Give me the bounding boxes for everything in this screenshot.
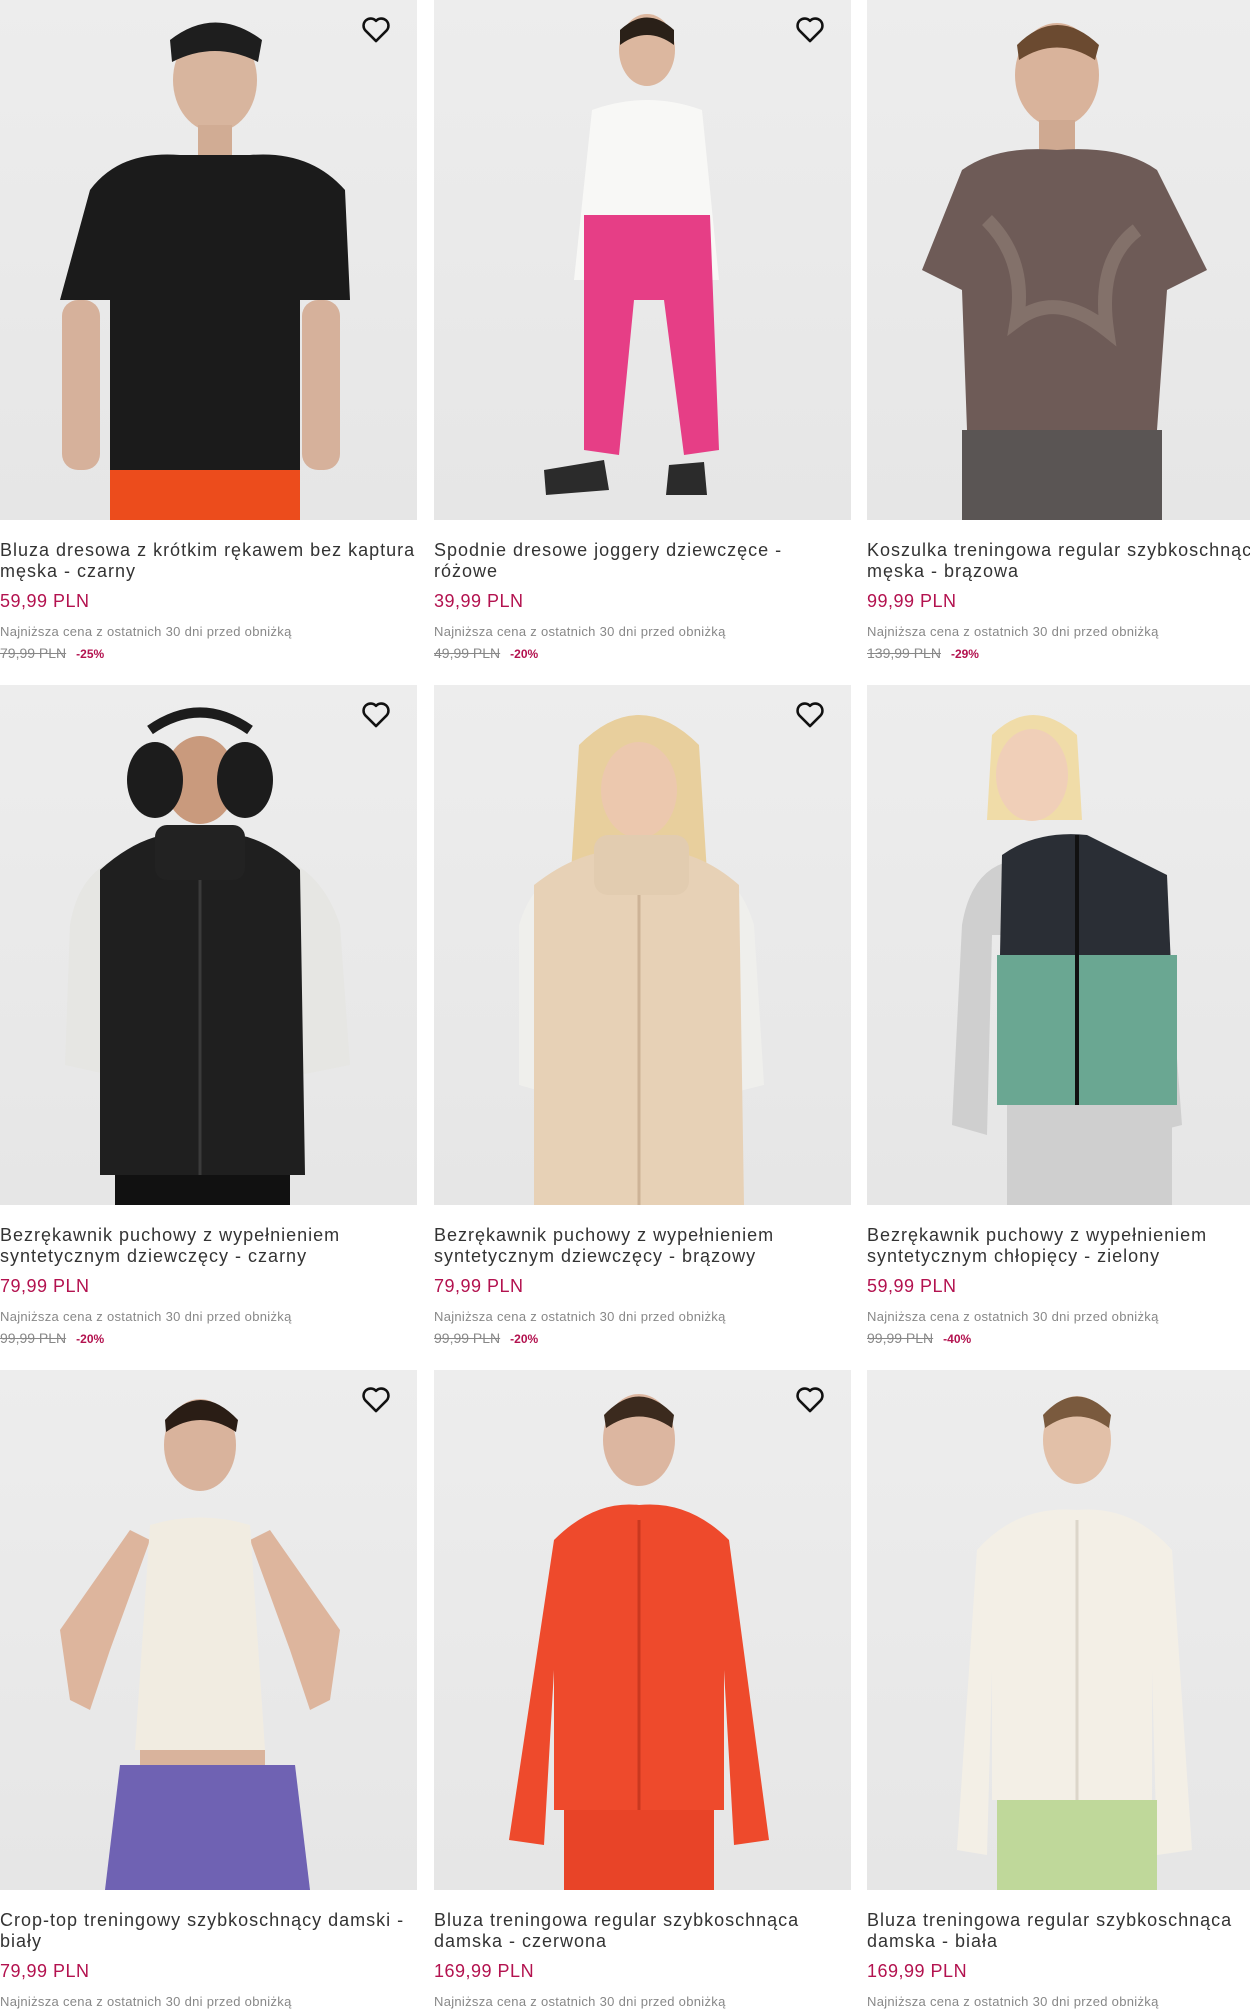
product-image[interactable]: [0, 1370, 417, 1890]
discount-badge: -20%: [510, 1332, 539, 1346]
product-card[interactable]: Bezrękawnik puchowy z wypełnieniem syntet…: [867, 685, 1250, 1370]
old-price: 99,99 PLN: [434, 1330, 501, 1346]
favorite-heart-icon[interactable]: [793, 12, 827, 46]
product-image[interactable]: [434, 1370, 851, 1890]
product-photo: [60, 1399, 340, 1890]
old-price-row: 139,99 PLN -29%: [867, 645, 1250, 661]
product-card[interactable]: Bezrękawnik puchowy z wypełnieniem syntet…: [434, 685, 851, 1370]
product-photo: [519, 715, 764, 1205]
product-name[interactable]: Bluza treningowa regular szybkoschnąca da…: [867, 1910, 1250, 1952]
old-price-row: 49,99 PLN -20%: [434, 645, 851, 661]
product-photo: [952, 715, 1182, 1205]
lowest-price-note: Najniższa cena z ostatnich 30 dni przed …: [434, 1994, 726, 2009]
old-price-row: 99,99 PLN -20%: [0, 1330, 417, 1346]
old-price: 49,99 PLN: [434, 645, 501, 661]
product-card[interactable]: Bluza treningowa regular szybkoschnąca da…: [867, 1370, 1250, 2014]
product-card[interactable]: Bluza treningowa regular szybkoschnąca da…: [434, 1370, 851, 2014]
old-price: 139,99 PLN: [867, 645, 941, 661]
product-grid: Bluza dresowa z krótkim rękawem bez kapt…: [0, 0, 1250, 2014]
discount-badge: -20%: [510, 647, 539, 661]
product-card[interactable]: Spodnie dresowe joggery dziewczęce - różo…: [434, 0, 851, 685]
product-image[interactable]: [0, 685, 417, 1205]
product-price: 79,99 PLN: [434, 1276, 524, 1296]
lowest-price-note: Najniższa cena z ostatnich 30 dni przed …: [434, 624, 726, 639]
product-photo: [922, 23, 1207, 520]
product-name[interactable]: Bezrękawnik puchowy z wypełnieniem syntet…: [867, 1225, 1250, 1267]
old-price: 99,99 PLN: [867, 1330, 934, 1346]
discount-badge: -25%: [76, 647, 105, 661]
product-image[interactable]: [434, 685, 851, 1205]
lowest-price-note: Najniższa cena z ostatnich 30 dni przed …: [0, 1309, 292, 1324]
product-price: 169,99 PLN: [434, 1961, 535, 1981]
product-image[interactable]: [867, 685, 1250, 1205]
product-card[interactable]: Bluza dresowa z krótkim rękawem bez kapt…: [0, 0, 417, 685]
product-photo: [957, 1396, 1192, 1890]
product-price: 79,99 PLN: [0, 1961, 90, 1981]
product-price: 79,99 PLN: [0, 1276, 90, 1296]
discount-badge: -29%: [950, 647, 979, 661]
product-price: 169,99 PLN: [867, 1961, 968, 1981]
favorite-heart-icon[interactable]: [359, 1382, 393, 1416]
old-price: 79,99 PLN: [0, 645, 67, 661]
favorite-heart-icon[interactable]: [793, 697, 827, 731]
product-price: 59,99 PLN: [867, 1276, 957, 1296]
old-price-row: 99,99 PLN -20%: [434, 1330, 851, 1346]
discount-badge: -40%: [943, 1332, 972, 1346]
old-price-row: 99,99 PLN -40%: [867, 1330, 1250, 1346]
lowest-price-note: Najniższa cena z ostatnich 30 dni przed …: [0, 624, 292, 639]
product-price: 99,99 PLN: [867, 591, 957, 611]
lowest-price-note: Najniższa cena z ostatnich 30 dni przed …: [867, 624, 1159, 639]
old-price: 99,99 PLN: [0, 1330, 67, 1346]
product-image[interactable]: [867, 1370, 1250, 1890]
product-card[interactable]: Crop-top treningowy szybkoschnący damski…: [0, 1370, 417, 2014]
product-card[interactable]: Koszulka treningowa regular szybkoschnąc…: [867, 0, 1250, 685]
product-name[interactable]: Bezrękawnik puchowy z wypełnieniem syntet…: [0, 1225, 417, 1267]
product-price: 59,99 PLN: [0, 591, 90, 611]
product-photo: [544, 14, 719, 495]
discount-badge: -20%: [76, 1332, 105, 1346]
product-image[interactable]: [434, 0, 851, 520]
product-price: 39,99 PLN: [434, 591, 524, 611]
favorite-heart-icon[interactable]: [793, 1382, 827, 1416]
product-name[interactable]: Crop-top treningowy szybkoschnący damski…: [0, 1910, 417, 1952]
lowest-price-note: Najniższa cena z ostatnich 30 dni przed …: [867, 1994, 1159, 2009]
old-price-row: 79,99 PLN -25%: [0, 645, 417, 661]
favorite-heart-icon[interactable]: [359, 12, 393, 46]
favorite-heart-icon[interactable]: [359, 697, 393, 731]
lowest-price-note: Najniższa cena z ostatnich 30 dni przed …: [867, 1309, 1159, 1324]
product-photo: [65, 707, 350, 1205]
product-name[interactable]: Koszulka treningowa regular szybkoschnąc…: [867, 540, 1250, 582]
product-photo: [60, 22, 350, 520]
product-image[interactable]: [867, 0, 1250, 520]
product-card[interactable]: Bezrękawnik puchowy z wypełnieniem syntet…: [0, 685, 417, 1370]
product-photo: [509, 1394, 769, 1890]
product-name[interactable]: Bluza treningowa regular szybkoschnąca da…: [434, 1910, 851, 1952]
product-name[interactable]: Spodnie dresowe joggery dziewczęce - różo…: [434, 540, 851, 582]
lowest-price-note: Najniższa cena z ostatnich 30 dni przed …: [0, 1994, 292, 2009]
product-name[interactable]: Bluza dresowa z krótkim rękawem bez kapt…: [0, 540, 417, 582]
product-name[interactable]: Bezrękawnik puchowy z wypełnieniem syntet…: [434, 1225, 851, 1267]
lowest-price-note: Najniższa cena z ostatnich 30 dni przed …: [434, 1309, 726, 1324]
product-image[interactable]: [0, 0, 417, 520]
